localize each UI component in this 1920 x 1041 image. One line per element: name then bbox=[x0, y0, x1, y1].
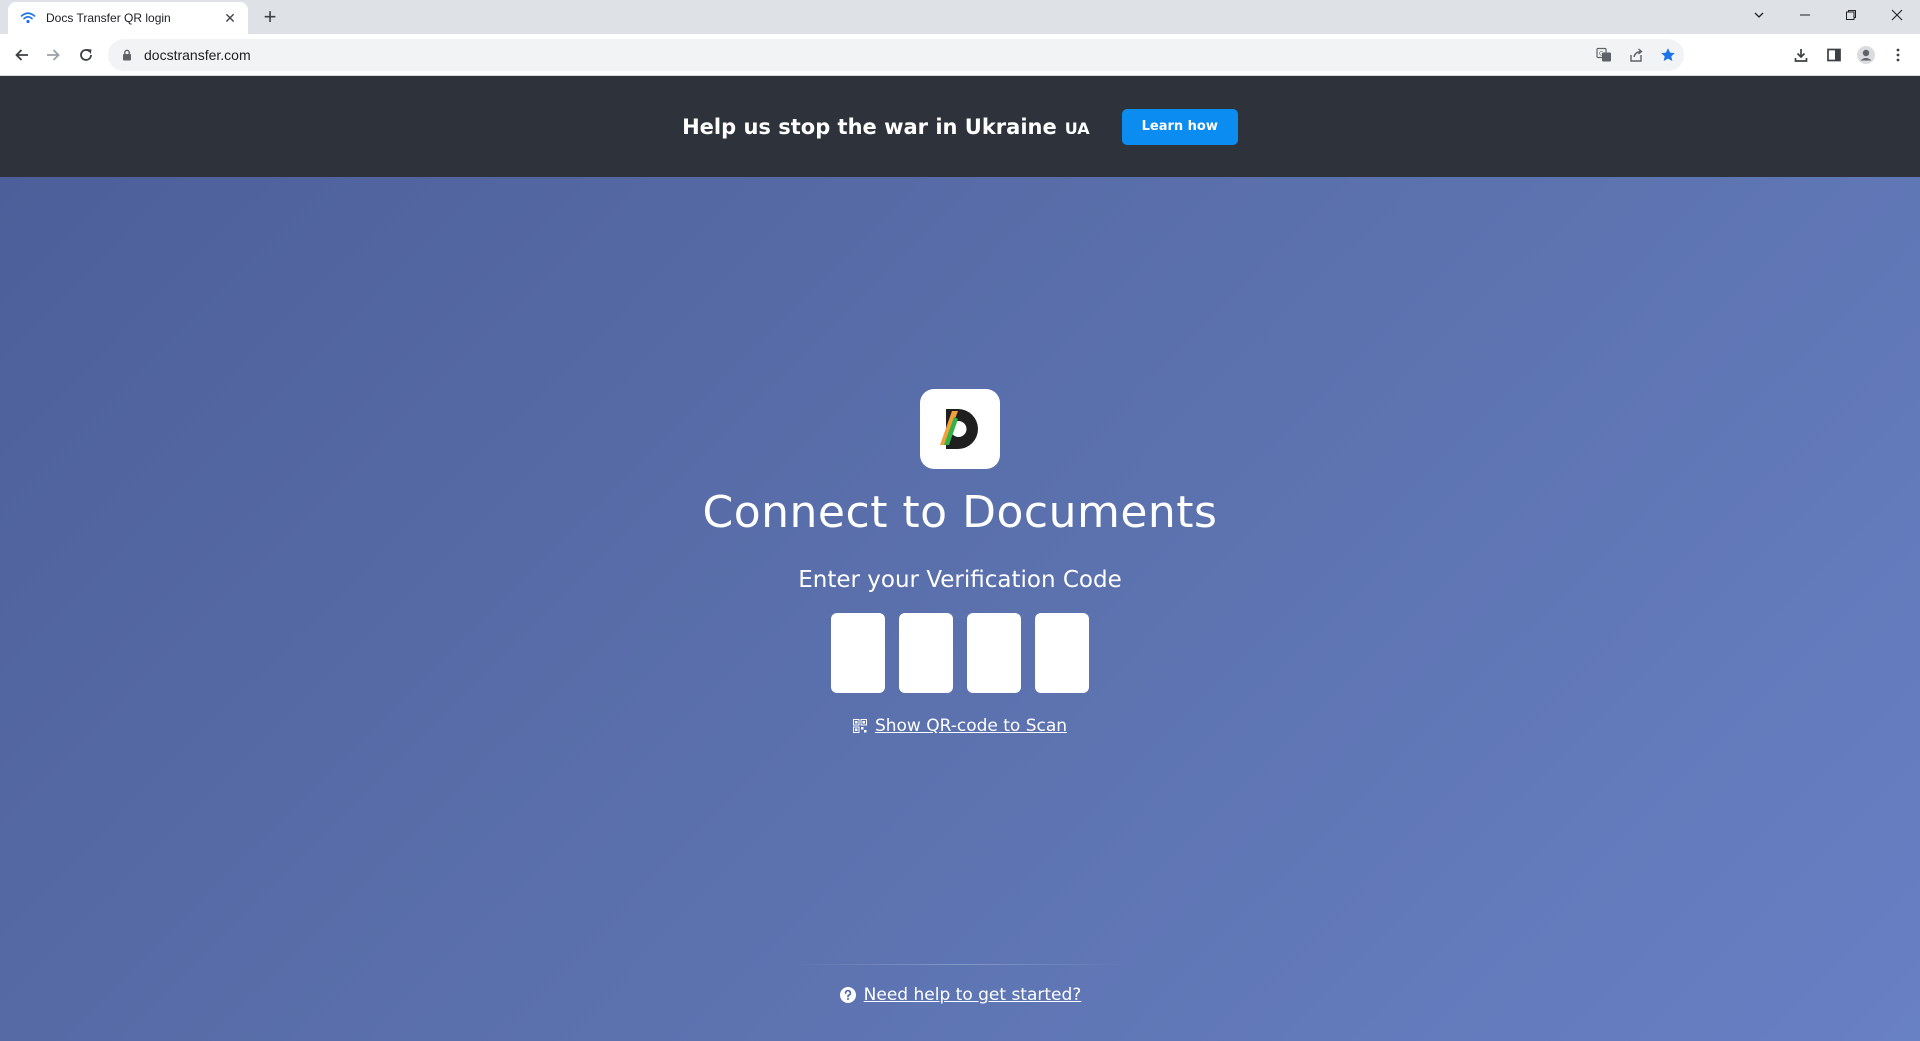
browser-tab[interactable]: Docs Transfer QR login ✕ bbox=[8, 2, 248, 34]
back-arrow-icon[interactable] bbox=[10, 43, 34, 67]
reload-icon[interactable] bbox=[74, 43, 98, 67]
profile-avatar-icon[interactable] bbox=[1854, 43, 1878, 67]
share-icon[interactable] bbox=[1620, 39, 1652, 71]
main-content: Connect to Documents Enter your Verifica… bbox=[0, 177, 1920, 1041]
download-icon[interactable] bbox=[1789, 43, 1813, 67]
close-tab-icon[interactable]: ✕ bbox=[222, 10, 238, 26]
code-digit-3[interactable] bbox=[967, 613, 1021, 693]
wifi-icon bbox=[20, 10, 36, 26]
show-qr-code-link[interactable]: Show QR-code to Scan bbox=[875, 716, 1067, 736]
forward-arrow-icon[interactable] bbox=[41, 43, 65, 67]
verification-code-inputs bbox=[831, 613, 1089, 693]
side-panel-icon[interactable] bbox=[1822, 43, 1846, 67]
need-help-link[interactable]: Need help to get started? bbox=[864, 985, 1082, 1005]
lock-icon[interactable] bbox=[120, 48, 134, 62]
browser-toolbar: docstransfer.com G bbox=[0, 34, 1920, 76]
translate-icon[interactable]: G bbox=[1588, 39, 1620, 71]
banner-text: Help us stop the war in Ukraine bbox=[682, 114, 1057, 139]
url-text: docstransfer.com bbox=[144, 47, 251, 63]
restore-icon[interactable] bbox=[1828, 0, 1874, 30]
show-qr-row: Show QR-code to Scan bbox=[0, 716, 1920, 736]
question-circle-icon bbox=[839, 986, 857, 1004]
verification-code-label: Enter your Verification Code bbox=[798, 567, 1122, 593]
banner-badge: UA bbox=[1064, 119, 1090, 138]
new-tab-button[interactable]: + bbox=[258, 5, 282, 29]
tab-search-icon[interactable] bbox=[1736, 0, 1782, 30]
code-digit-1[interactable] bbox=[831, 613, 885, 693]
documents-logo bbox=[920, 389, 1000, 469]
code-digit-2[interactable] bbox=[899, 613, 953, 693]
ukraine-banner: Help us stop the war in Ukraine UA Learn… bbox=[0, 76, 1920, 177]
divider bbox=[790, 964, 1130, 965]
learn-how-button[interactable]: Learn how bbox=[1121, 108, 1238, 145]
more-menu-icon[interactable] bbox=[1886, 43, 1910, 67]
bookmark-star-icon[interactable] bbox=[1652, 39, 1684, 71]
help-row: Need help to get started? bbox=[0, 985, 1920, 1005]
address-bar[interactable]: docstransfer.com G bbox=[108, 39, 1684, 71]
close-window-icon[interactable] bbox=[1874, 0, 1920, 30]
minimize-icon[interactable] bbox=[1782, 0, 1828, 30]
tab-title: Docs Transfer QR login bbox=[46, 11, 171, 25]
qr-code-icon bbox=[852, 719, 867, 733]
svg-text:G: G bbox=[1599, 51, 1604, 58]
page-title: Connect to Documents bbox=[702, 487, 1218, 538]
browser-tab-strip: Docs Transfer QR login ✕ + bbox=[0, 0, 1920, 34]
code-digit-4[interactable] bbox=[1035, 613, 1089, 693]
